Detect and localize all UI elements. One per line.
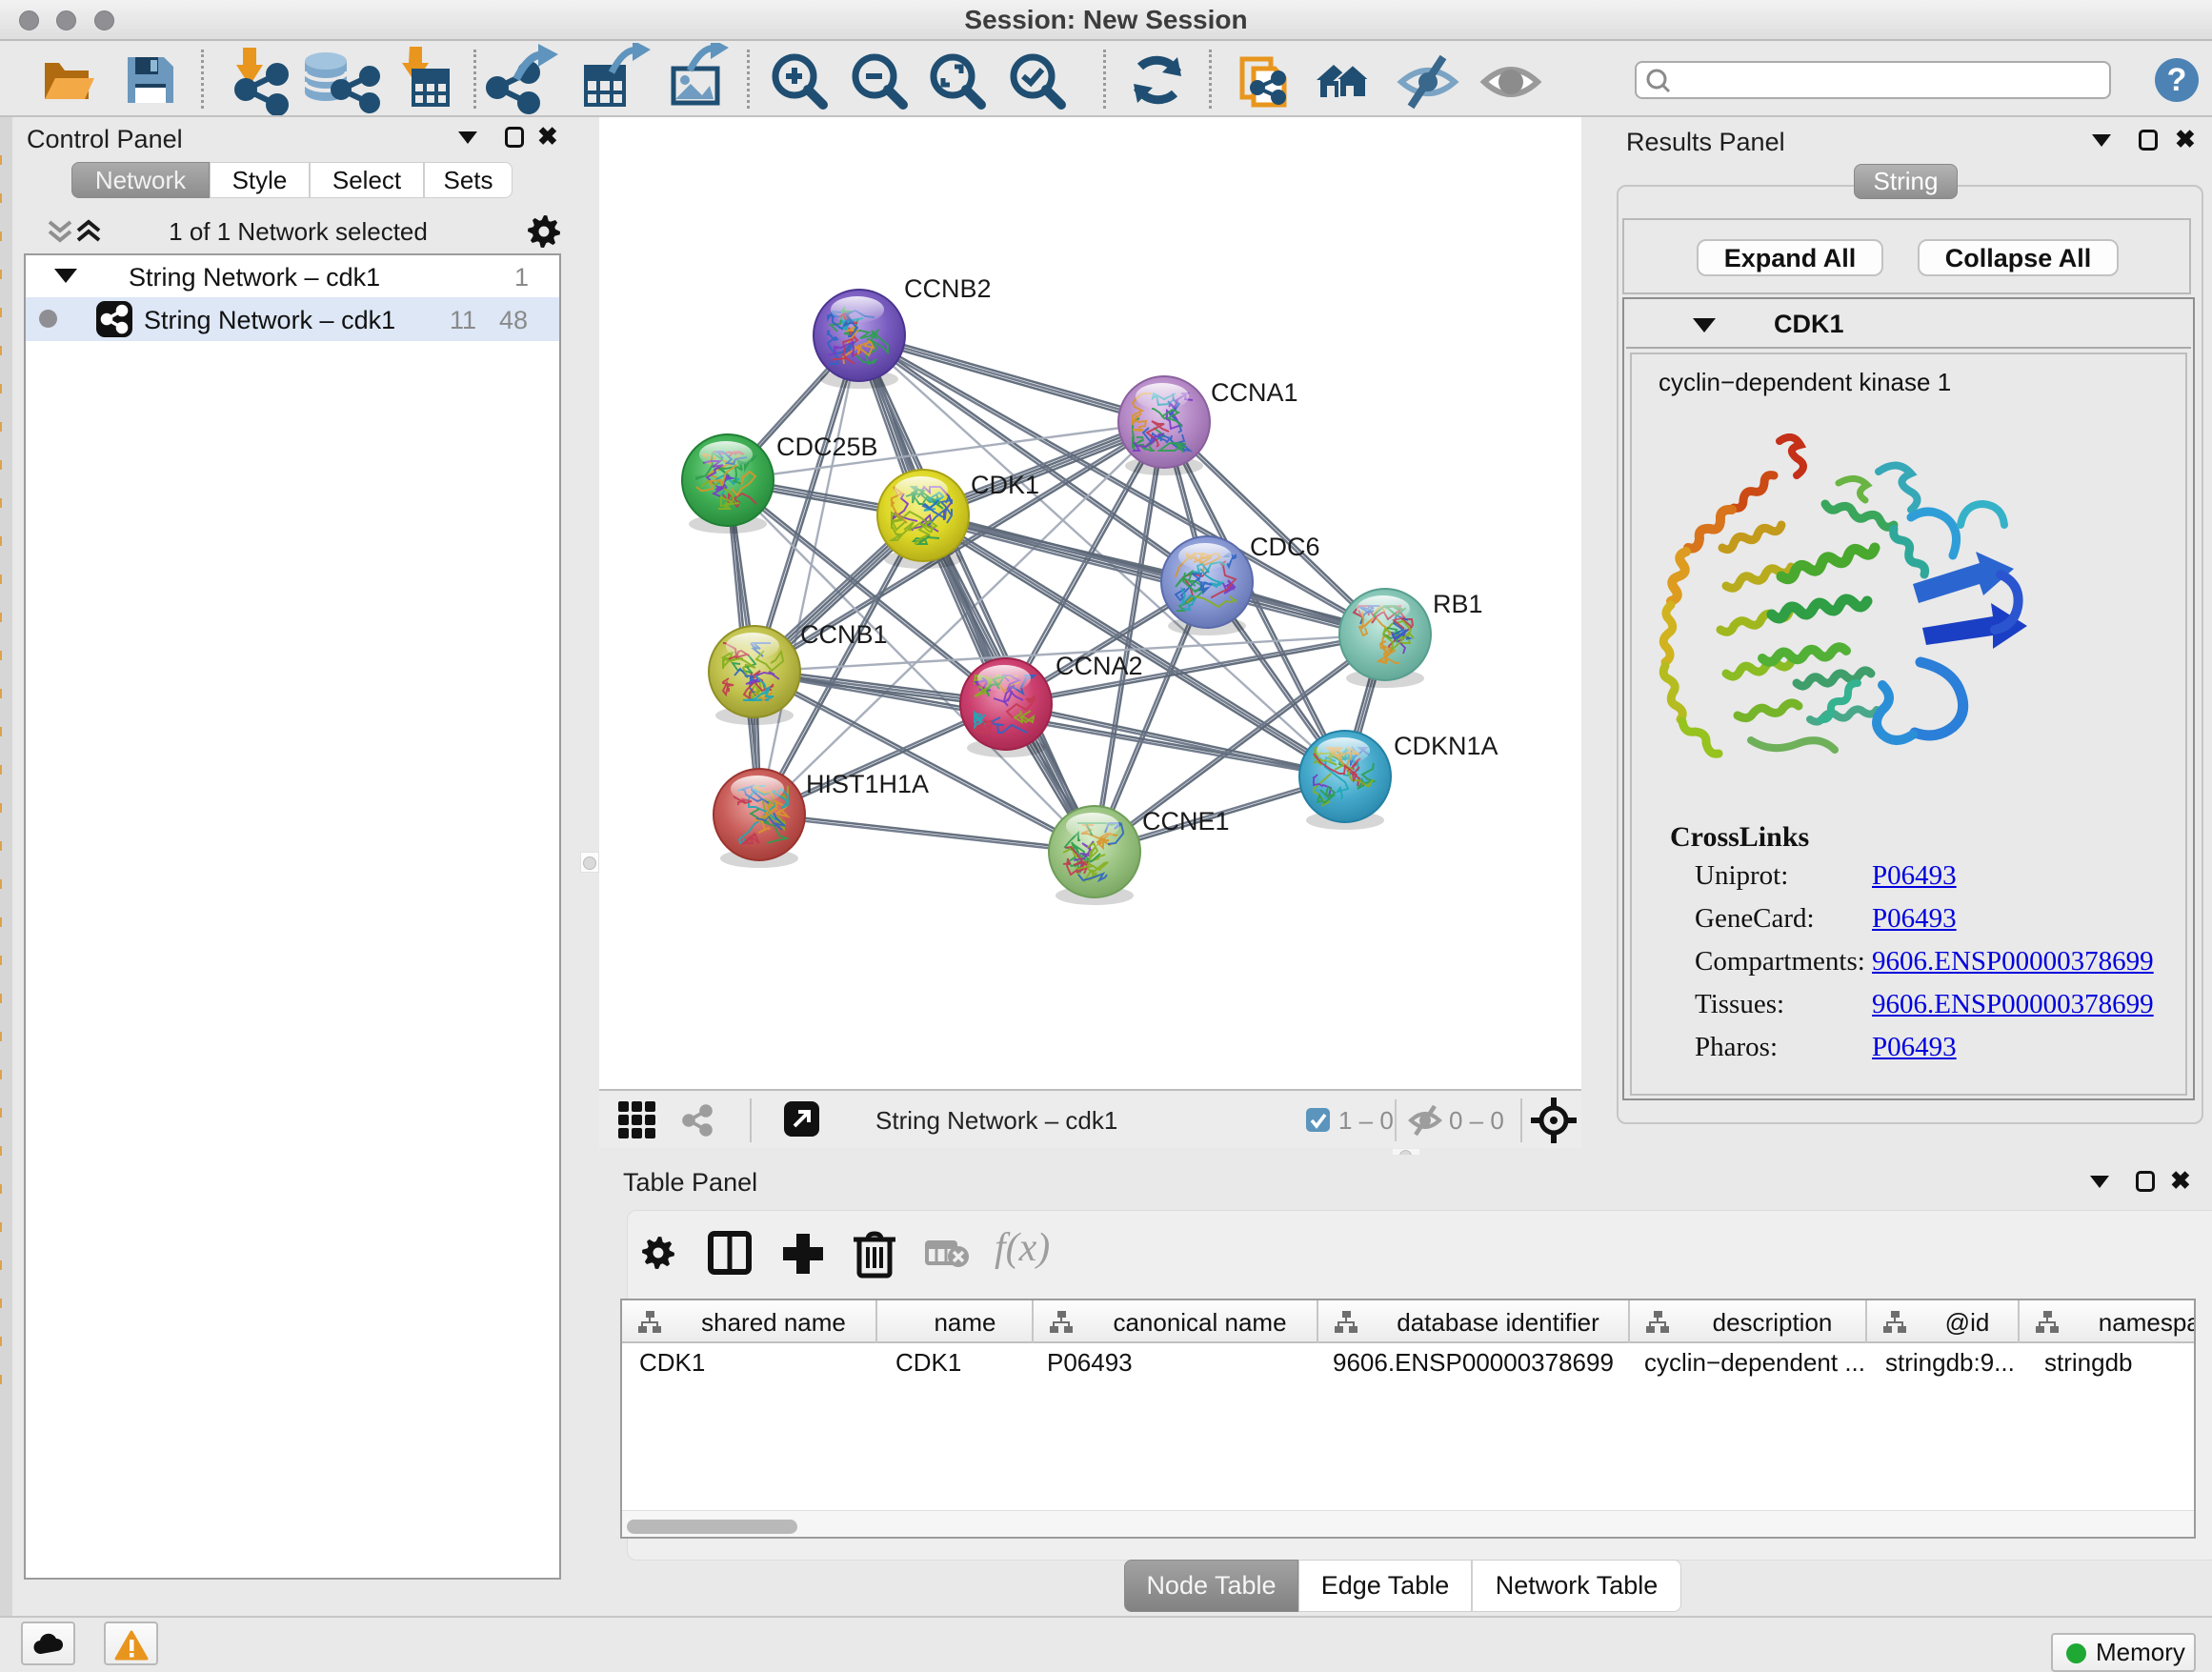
svg-text:CCNB2: CCNB2 xyxy=(904,274,992,303)
svg-text:CCNA2: CCNA2 xyxy=(1056,652,1143,680)
svg-text:CCNA1: CCNA1 xyxy=(1211,378,1298,407)
svg-text:CDC6: CDC6 xyxy=(1250,533,1320,561)
svg-text:CDKN1A: CDKN1A xyxy=(1394,732,1498,760)
svg-text:CCNE1: CCNE1 xyxy=(1142,807,1230,836)
svg-text:CCNB1: CCNB1 xyxy=(800,620,888,649)
svg-text:CDC25B: CDC25B xyxy=(776,433,878,461)
svg-text:RB1: RB1 xyxy=(1433,590,1483,618)
svg-text:HIST1H1A: HIST1H1A xyxy=(806,770,929,798)
svg-text:CDK1: CDK1 xyxy=(971,471,1039,499)
